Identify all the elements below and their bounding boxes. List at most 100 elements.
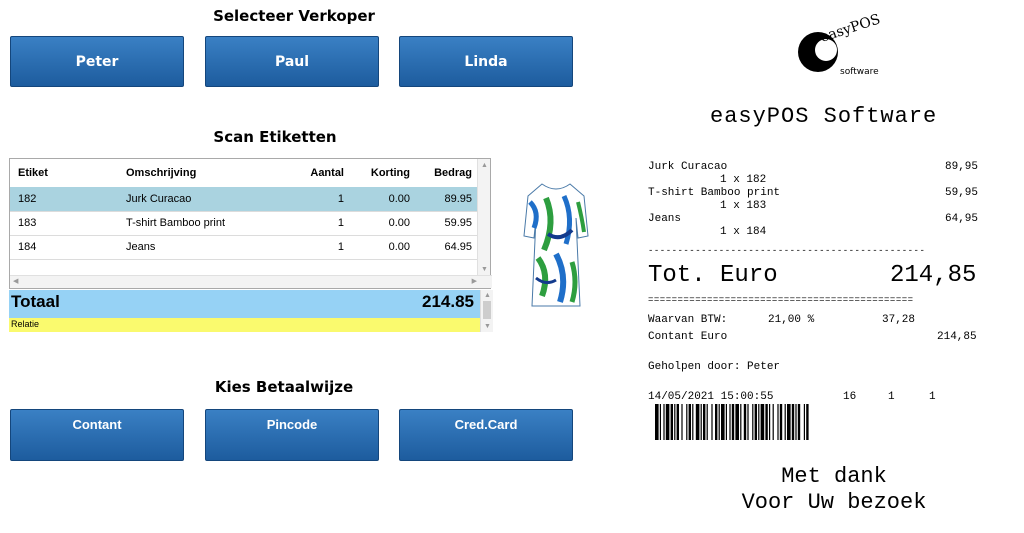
- barcode-bar: [769, 404, 771, 440]
- col-bedrag[interactable]: Bedrag: [418, 159, 472, 187]
- receipt-dash-divider: ----------------------------------------…: [648, 246, 926, 256]
- receipt-datetime: 14/05/2021 15:00:55: [648, 391, 774, 403]
- row-bedrag: 89.95: [444, 193, 472, 205]
- total-scrollbar[interactable]: ▲ ▼: [480, 290, 493, 332]
- receipt-item-amount: 59,95: [945, 187, 979, 199]
- product-image: [523, 183, 589, 307]
- seller-button-paul[interactable]: Paul: [205, 36, 379, 87]
- relatie-label: Relatie: [11, 319, 40, 329]
- barcode-bar: [655, 404, 659, 440]
- receipt-helped-by: Geholpen door: Peter: [648, 361, 781, 373]
- barcode-bar: [777, 404, 779, 440]
- barcode-bar: [703, 404, 706, 440]
- pay-pin-button[interactable]: Pincode: [205, 409, 379, 461]
- barcode-bar: [795, 404, 797, 440]
- barcode-bar: [752, 404, 754, 440]
- pay-creditcard-button[interactable]: Cred.Card: [399, 409, 573, 461]
- barcode-bar: [670, 404, 673, 440]
- barcode-bar: [681, 404, 683, 440]
- col-omschrijving[interactable]: Omschrijving: [126, 159, 196, 187]
- barcode-bar: [700, 404, 702, 440]
- row-korting: 0.00: [388, 193, 410, 205]
- receipt-equals-divider: ========================================…: [648, 295, 914, 305]
- receipt-item-name: Jeans: [648, 213, 682, 225]
- total-bar: Totaal 214.85: [9, 290, 480, 318]
- barcode-bar: [663, 404, 665, 440]
- row-korting: 0.00: [388, 217, 410, 229]
- grid-header: Etiket Omschrijving Aantal Korting Bedra…: [10, 159, 480, 188]
- receipt-thanks-1: Met dank: [781, 464, 887, 489]
- col-korting[interactable]: Korting: [360, 159, 410, 187]
- receipt-paid-amount: 214,85: [937, 331, 977, 343]
- total-label: Totaal: [11, 292, 60, 311]
- scan-items-grid[interactable]: Etiket Omschrijving Aantal Korting Bedra…: [9, 158, 492, 289]
- barcode-bar: [791, 404, 795, 440]
- table-row[interactable]: 182 Jurk Curacao 1 0.00 89.95: [10, 187, 480, 212]
- barcode-bar: [747, 404, 749, 440]
- barcode-bar: [692, 404, 694, 440]
- barcode-bar: [686, 404, 688, 440]
- barcode-bar: [760, 404, 765, 440]
- table-row[interactable]: 184 Jeans 1 0.00 64.95: [10, 235, 480, 260]
- barcode-bar: [779, 404, 783, 440]
- receipt-code-1: 16: [843, 391, 857, 403]
- easypos-logo: easyPOS software: [798, 14, 882, 77]
- barcode-bar: [797, 404, 801, 440]
- receipt-vat-pct: 21,00 %: [768, 314, 815, 326]
- row-etiket: 184: [18, 241, 37, 253]
- barcode-bar: [665, 404, 670, 440]
- grid-horizontal-scrollbar[interactable]: ◀ ▶: [10, 275, 492, 288]
- receipt-item-qty: 1 x 183: [720, 200, 767, 212]
- scroll-up-icon[interactable]: ▲: [481, 162, 488, 169]
- barcode-bar: [754, 404, 757, 440]
- receipt-thanks-2: Voor Uw bezoek: [741, 490, 927, 515]
- barcode-bar: [674, 404, 676, 440]
- receipt-item-qty: 1 x 184: [720, 226, 767, 238]
- barcode-bar: [718, 404, 720, 440]
- row-aantal: 1: [337, 217, 344, 229]
- receipt-code-2: 1: [888, 391, 895, 403]
- barcode-bar: [676, 404, 679, 440]
- barcode-bar: [806, 404, 809, 440]
- row-aantal: 1: [337, 193, 344, 205]
- seller-button-linda[interactable]: Linda: [399, 36, 573, 87]
- scroll-thumb[interactable]: [483, 301, 491, 319]
- barcode-bar: [803, 404, 805, 440]
- relatie-bar[interactable]: Relatie: [9, 318, 480, 332]
- seller-button-peter[interactable]: Peter: [10, 36, 184, 87]
- barcode-bar: [743, 404, 747, 440]
- receipt-item-name: Jurk Curacao: [648, 161, 728, 173]
- barcode-bar: [731, 404, 735, 440]
- row-omschrijving: Jeans: [126, 241, 156, 253]
- barcode-bar: [695, 404, 700, 440]
- barcode-bar: [688, 404, 691, 440]
- payment-section-title: Kies Betaalwijze: [214, 378, 354, 396]
- barcode-bar: [659, 404, 661, 440]
- row-omschrijving: T-shirt Bamboo print: [126, 217, 226, 229]
- barcode-bar: [765, 404, 768, 440]
- receipt-barcode: [655, 404, 809, 440]
- receipt-item-amount: 89,95: [945, 161, 979, 173]
- scroll-down-icon[interactable]: ▼: [484, 323, 491, 330]
- grid-vertical-scrollbar[interactable]: ▲ ▼: [477, 159, 490, 276]
- receipt-total-value: 214,85: [890, 262, 977, 289]
- row-omschrijving: Jurk Curacao: [126, 193, 192, 205]
- scroll-right-icon[interactable]: ▶: [472, 277, 477, 285]
- receipt-heading: easyPOS Software: [710, 104, 938, 129]
- scroll-left-icon[interactable]: ◀: [13, 277, 18, 285]
- table-row[interactable]: 183 T-shirt Bamboo print 1 0.00 59.95: [10, 211, 480, 236]
- col-etiket[interactable]: Etiket: [18, 159, 48, 187]
- receipt-item-name: T-shirt Bamboo print: [648, 187, 781, 199]
- barcode-bar: [784, 404, 786, 440]
- col-aantal[interactable]: Aantal: [300, 159, 344, 187]
- barcode-bar: [725, 404, 727, 440]
- row-korting: 0.00: [388, 241, 410, 253]
- scroll-down-icon[interactable]: ▼: [481, 266, 488, 273]
- receipt-total-label: Tot. Euro: [648, 262, 778, 289]
- seller-section-title: Selecteer Verkoper: [213, 7, 375, 25]
- receipt-paid-label: Contant Euro: [648, 331, 728, 343]
- barcode-bar: [706, 404, 708, 440]
- pay-cash-button[interactable]: Contant: [10, 409, 184, 461]
- scroll-up-icon[interactable]: ▲: [484, 292, 491, 299]
- total-value: 214.85: [422, 292, 474, 311]
